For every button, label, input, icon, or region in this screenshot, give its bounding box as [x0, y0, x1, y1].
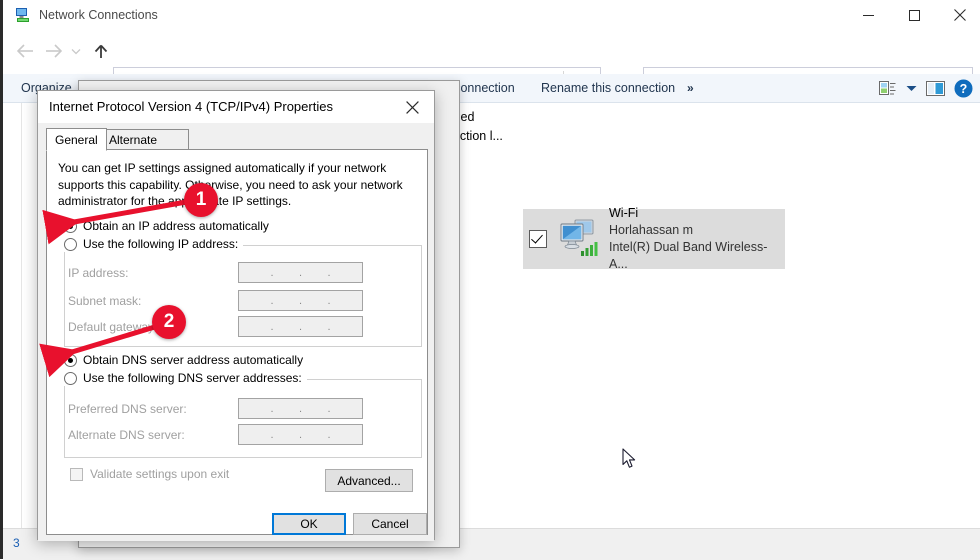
octet-dot: .: [327, 320, 331, 333]
octet-dot: .: [270, 266, 274, 279]
radio-obtain-dns-automatically[interactable]: Obtain DNS server address automatically: [64, 353, 303, 368]
wifi-adapter-name: Intel(R) Dual Band Wireless-A...: [609, 240, 768, 271]
field-row-default-gateway: Default gateway: . . .: [68, 316, 363, 337]
ip-octet-separators: . . .: [239, 425, 362, 444]
octet-dot: .: [298, 320, 303, 333]
connection-item-wifi[interactable]: Wi-Fi Horlahassan m Intel(R) Dual Band W…: [523, 206, 785, 271]
octet-dot: .: [327, 266, 331, 279]
octet-dot: .: [327, 294, 331, 307]
network-adapter-icon: [555, 218, 601, 260]
nav-pane-divider: [21, 103, 22, 528]
preferred-dns-input[interactable]: . . .: [238, 398, 363, 419]
mouse-cursor: [622, 448, 638, 473]
octet-dot: .: [327, 428, 331, 441]
octet-dot: .: [298, 294, 303, 307]
octet-dot: .: [270, 294, 274, 307]
close-button[interactable]: [937, 0, 980, 30]
view-options-chevron-down-icon[interactable]: [903, 76, 919, 100]
radio-indicator[interactable]: [64, 220, 77, 233]
dialog-description: You can get IP settings assigned automat…: [58, 161, 403, 208]
svg-text:?: ?: [959, 82, 967, 96]
octet-dot: .: [270, 428, 274, 441]
ip-address-input[interactable]: . . .: [238, 262, 363, 283]
tab-alternate-configuration[interactable]: Alternate Configuration: [100, 129, 190, 167]
advanced-button[interactable]: Advanced...: [325, 469, 413, 492]
rename-connection-button[interactable]: Rename this connection: [541, 74, 675, 102]
dialog-titlebar: Internet Protocol Version 4 (TCP/IPv4) P…: [38, 91, 434, 123]
preview-pane-icon[interactable]: [923, 76, 947, 100]
cancel-button[interactable]: Cancel: [353, 513, 427, 535]
radio-label: Use the following IP address:: [83, 237, 239, 251]
validate-settings-checkbox[interactable]: [70, 467, 83, 481]
rename-connection-label: Rename this connection: [541, 81, 676, 95]
validate-settings-label: Validate settings upon exit: [90, 467, 230, 481]
minimize-button[interactable]: [845, 0, 891, 30]
change-view-icon[interactable]: [875, 76, 899, 100]
wifi-details: Wi-Fi Horlahassan m Intel(R) Dual Band W…: [609, 205, 779, 273]
more-commands-button[interactable]: »: [687, 74, 694, 102]
ip-address-label: IP address:: [68, 265, 129, 280]
item-count: 3: [13, 536, 20, 550]
tab-general[interactable]: General: [46, 128, 107, 151]
field-row-alternate-dns: Alternate DNS server: . . .: [68, 424, 363, 445]
network-connections-icon: [15, 7, 31, 23]
radio-obtain-ip-automatically[interactable]: Obtain an IP address automatically: [64, 219, 269, 234]
wifi-network-name: Horlahassan m: [609, 223, 694, 237]
ip-octet-separators: . . .: [239, 317, 362, 336]
octet-dot: .: [270, 320, 274, 333]
navigation-bar: › Control Panel › Network and Internet ›…: [3, 30, 980, 96]
window-controls: [845, 0, 980, 30]
ip-octet-separators: . . .: [239, 399, 362, 418]
window-title: Network Connections: [39, 8, 158, 22]
octet-dot: .: [298, 266, 303, 279]
subnet-mask-input[interactable]: . . .: [238, 290, 363, 311]
field-row-ip-address: IP address: . . .: [68, 262, 363, 283]
annotation-badge-2: 2: [152, 305, 186, 339]
wifi-checkbox[interactable]: [529, 230, 547, 248]
radio-indicator[interactable]: [64, 372, 77, 385]
octet-dot: .: [298, 428, 303, 441]
radio-indicator[interactable]: [64, 354, 77, 367]
maximize-button[interactable]: [891, 0, 937, 30]
back-icon[interactable]: [13, 39, 37, 63]
recent-locations-chevron-down-icon[interactable]: [67, 39, 85, 63]
radio-label: Use the following DNS server addresses:: [83, 371, 302, 385]
field-row-preferred-dns: Preferred DNS server: . . .: [68, 398, 363, 419]
up-level-icon[interactable]: [89, 39, 113, 63]
radio-label: Obtain an IP address automatically: [83, 219, 269, 233]
octet-dot: .: [298, 402, 303, 415]
radio-use-following-dns[interactable]: Use the following DNS server addresses:: [64, 371, 307, 386]
subnet-mask-label: Subnet mask:: [68, 293, 142, 308]
window-titlebar: Network Connections: [3, 0, 980, 30]
annotation-badge-1: 1: [184, 183, 218, 217]
octet-dot: .: [270, 402, 274, 415]
dialog-title: Internet Protocol Version 4 (TCP/IPv4) P…: [49, 99, 333, 114]
radio-indicator[interactable]: [64, 238, 77, 251]
forward-icon[interactable]: [41, 39, 65, 63]
radio-label: Obtain DNS server address automatically: [83, 353, 304, 367]
dialog-close-button[interactable]: [390, 91, 434, 123]
octet-dot: .: [327, 402, 331, 415]
alternate-dns-input[interactable]: . . .: [238, 424, 363, 445]
alternate-dns-label: Alternate DNS server:: [68, 427, 185, 442]
help-icon[interactable]: ?: [951, 76, 975, 100]
field-row-subnet-mask: Subnet mask: . . .: [68, 290, 363, 311]
command-bar-icons: ?: [875, 74, 975, 102]
wifi-name: Wi-Fi: [609, 206, 639, 220]
ip-octet-separators: . . .: [239, 291, 362, 310]
preferred-dns-label: Preferred DNS server:: [68, 401, 187, 416]
ip-octet-separators: . . .: [239, 263, 362, 282]
radio-use-following-ip[interactable]: Use the following IP address:: [64, 237, 244, 252]
validate-settings-checkbox-row[interactable]: Validate settings upon exit: [70, 467, 229, 481]
ok-button[interactable]: OK: [272, 513, 346, 535]
default-gateway-input[interactable]: . . .: [238, 316, 363, 337]
